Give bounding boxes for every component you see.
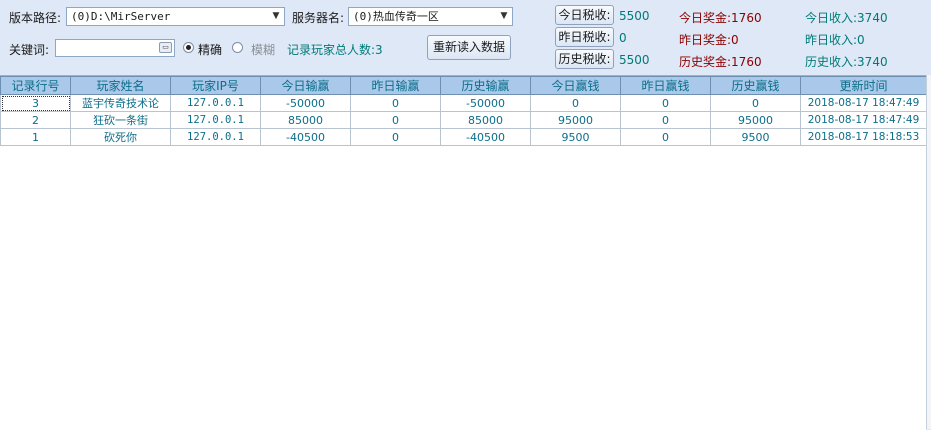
table-cell[interactable]: 0	[620, 94, 711, 112]
version-path-select[interactable]: (0)D:\MirServer ▼	[66, 7, 285, 26]
player-records-table: 记录行号 玩家姓名 玩家IP号 今日输赢 昨日输赢 历史输赢 今日赢钱 昨日赢钱…	[0, 76, 927, 146]
table-cell[interactable]: 2018-08-17 18:18:53	[800, 128, 927, 146]
today-bonus-text: 今日奖金:1760	[679, 11, 762, 25]
version-path-value: (0)D:\MirServer	[71, 10, 171, 23]
yesterday-bonus-text: 昨日奖金:0	[679, 33, 739, 47]
today-tax-button[interactable]: 今日税收:	[555, 5, 614, 25]
column-header[interactable]: 今日输赢	[260, 76, 351, 95]
table-cell[interactable]: 2018-08-17 18:47:49	[800, 94, 927, 112]
table-cell[interactable]: 3	[0, 94, 71, 112]
table-cell[interactable]: 127.0.0.1	[170, 128, 261, 146]
table-cell[interactable]: 0	[710, 94, 801, 112]
server-name-value: (0)热血传奇一区	[353, 10, 439, 23]
table-cell[interactable]: 砍死你	[70, 128, 171, 146]
table-cell[interactable]: 1	[0, 128, 71, 146]
table-cell[interactable]: 9500	[530, 128, 621, 146]
player-records-grid[interactable]: 记录行号 玩家姓名 玩家IP号 今日输赢 昨日输赢 历史输赢 今日赢钱 昨日赢钱…	[0, 75, 927, 430]
column-header[interactable]: 昨日输赢	[350, 76, 441, 95]
chevron-down-icon[interactable]: ▼	[496, 8, 512, 25]
table-cell[interactable]: -50000	[440, 94, 531, 112]
match-exact-radio[interactable]	[183, 42, 194, 53]
table-cell[interactable]: -50000	[260, 94, 351, 112]
column-header[interactable]: 今日赢钱	[530, 76, 621, 95]
table-row[interactable]: 1 砍死你 127.0.0.1 -40500 0 -40500 9500 0 9…	[0, 128, 927, 146]
keyboard-icon[interactable]: ▭	[159, 42, 172, 53]
today-tax-value: 5500	[619, 9, 650, 23]
column-header[interactable]: 昨日赢钱	[620, 76, 711, 95]
table-cell[interactable]: 9500	[710, 128, 801, 146]
total-players-text: 记录玩家总人数:3	[287, 43, 383, 57]
table-cell[interactable]: -40500	[440, 128, 531, 146]
table-cell[interactable]: 0	[620, 128, 711, 146]
history-tax-button[interactable]: 历史税收:	[555, 49, 614, 69]
server-name-label: 服务器名:	[292, 11, 345, 25]
table-cell[interactable]: 0	[350, 111, 441, 129]
table-cell[interactable]: 2018-08-17 18:47:49	[800, 111, 927, 129]
yesterday-tax-value: 0	[619, 31, 627, 45]
keyword-input[interactable]: ▭	[55, 39, 175, 57]
table-cell[interactable]: 127.0.0.1	[170, 111, 261, 129]
table-cell[interactable]: 95000	[710, 111, 801, 129]
server-name-select[interactable]: (0)热血传奇一区 ▼	[348, 7, 513, 26]
history-income-text: 历史收入:3740	[805, 55, 888, 69]
table-header-row: 记录行号 玩家姓名 玩家IP号 今日输赢 昨日输赢 历史输赢 今日赢钱 昨日赢钱…	[0, 76, 927, 95]
keyword-label: 关键词:	[9, 43, 50, 57]
column-header[interactable]: 记录行号	[0, 76, 71, 95]
match-fuzzy-label: 模糊	[251, 43, 276, 57]
reload-data-button[interactable]: 重新读入数据	[427, 35, 511, 60]
version-path-label: 版本路径:	[9, 11, 62, 25]
table-cell[interactable]: 0	[530, 94, 621, 112]
table-row[interactable]: 2 狂砍一条街 127.0.0.1 85000 0 85000 95000 0 …	[0, 111, 927, 129]
table-cell[interactable]: 127.0.0.1	[170, 94, 261, 112]
history-bonus-text: 历史奖金:1760	[679, 55, 762, 69]
table-cell[interactable]: 95000	[530, 111, 621, 129]
yesterday-income-text: 昨日收入:0	[805, 33, 865, 47]
history-tax-value: 5500	[619, 53, 650, 67]
table-cell[interactable]: 85000	[440, 111, 531, 129]
column-header[interactable]: 玩家姓名	[70, 76, 171, 95]
table-cell[interactable]: 2	[0, 111, 71, 129]
vertical-scrollbar[interactable]	[926, 75, 931, 429]
column-header[interactable]: 历史输赢	[440, 76, 531, 95]
table-row[interactable]: 3 蓝宇传奇技术论 127.0.0.1 -50000 0 -50000 0 0 …	[0, 94, 927, 112]
column-header[interactable]: 玩家IP号	[170, 76, 261, 95]
today-income-text: 今日收入:3740	[805, 11, 888, 25]
table-cell[interactable]: 0	[350, 94, 441, 112]
table-cell[interactable]: -40500	[260, 128, 351, 146]
match-fuzzy-radio[interactable]	[232, 42, 243, 53]
column-header[interactable]: 历史赢钱	[710, 76, 801, 95]
table-cell[interactable]: 蓝宇传奇技术论	[70, 94, 171, 112]
table-cell[interactable]: 0	[620, 111, 711, 129]
yesterday-tax-button[interactable]: 昨日税收:	[555, 27, 614, 47]
table-cell[interactable]: 0	[350, 128, 441, 146]
table-cell[interactable]: 85000	[260, 111, 351, 129]
match-exact-label: 精确	[198, 43, 223, 57]
chevron-down-icon[interactable]: ▼	[268, 8, 284, 25]
column-header[interactable]: 更新时间	[800, 76, 927, 95]
table-cell[interactable]: 狂砍一条街	[70, 111, 171, 129]
